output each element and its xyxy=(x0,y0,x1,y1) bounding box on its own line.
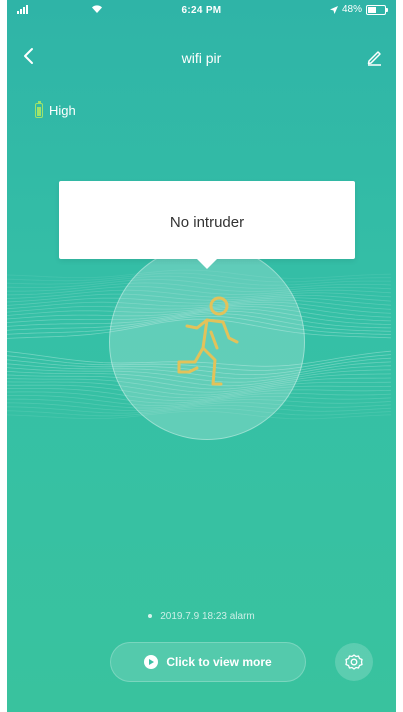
battery-level-label: High xyxy=(49,103,76,118)
play-circle-icon xyxy=(144,655,159,669)
status-right: 48% xyxy=(329,4,388,15)
alarm-dot-icon xyxy=(148,614,153,619)
view-more-button[interactable]: Click to view more xyxy=(110,642,306,682)
battery-icon xyxy=(366,4,388,15)
last-alarm-text: 2019.7.9 18:23 alarm xyxy=(160,611,255,622)
location-arrow-icon xyxy=(329,5,338,14)
battery-level-indicator: High xyxy=(35,100,76,118)
running-person-icon xyxy=(177,296,239,386)
last-alarm-entry: 2019.7.9 18:23 alarm xyxy=(7,611,396,622)
status-tooltip: No intruder xyxy=(59,181,355,269)
gear-icon xyxy=(345,654,363,670)
view-more-label: Click to view more xyxy=(166,655,272,669)
page-title: wifi pir xyxy=(181,50,222,66)
status-text: No intruder xyxy=(169,214,245,231)
device-screen: 6:24 PM 48% wifi pir High No intruder 20… xyxy=(7,0,396,712)
status-bar: 6:24 PM 48% xyxy=(7,0,396,22)
battery-percent: 48% xyxy=(341,4,362,15)
settings-button[interactable] xyxy=(335,643,373,681)
edit-pencil-icon[interactable] xyxy=(364,44,384,68)
battery-vertical-icon xyxy=(35,100,43,118)
